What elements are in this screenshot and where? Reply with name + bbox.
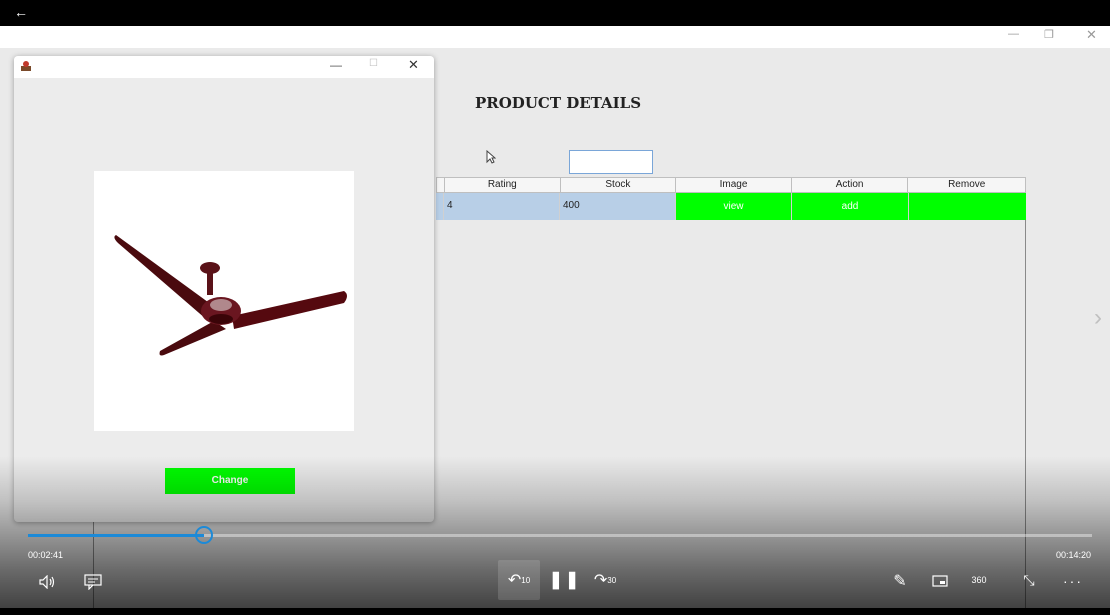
app-minimize-icon[interactable]: — xyxy=(1008,28,1019,40)
remove-button[interactable] xyxy=(909,193,1026,220)
page-title: PRODUCT DETAILS xyxy=(475,94,642,112)
popup-minimize-icon[interactable]: — xyxy=(330,58,342,72)
seek-bar-thumb[interactable] xyxy=(194,526,213,544)
app-icon xyxy=(21,61,31,71)
column-header-rating[interactable]: Rating xyxy=(445,178,561,192)
table-header: Rating Stock Image Action Remove xyxy=(436,177,1026,193)
mouse-cursor-icon xyxy=(486,150,496,164)
total-time: 00:14:20 xyxy=(1056,550,1092,560)
vr-360-button[interactable]: 360 xyxy=(966,568,992,592)
video-frame: — ❐ ✕ PRODUCT DETAILS Rating Stock Image… xyxy=(0,26,1110,608)
app-title-bar: — ❐ ✕ xyxy=(0,26,1110,48)
column-header-action[interactable]: Action xyxy=(792,178,909,192)
add-button[interactable]: add xyxy=(792,193,909,220)
edit-button[interactable]: ✎ xyxy=(888,568,912,594)
rewind-icon: ↶ xyxy=(507,572,522,589)
seek-bar-progress xyxy=(28,534,204,537)
table-border-line xyxy=(93,516,94,608)
row-spacer xyxy=(436,193,444,220)
mini-player-icon xyxy=(932,575,948,587)
exit-fullscreen-icon: ⤡ xyxy=(1023,571,1035,588)
player-top-bar: ← xyxy=(0,0,1110,26)
captions-button[interactable] xyxy=(82,570,104,594)
vr-360-label: 360 xyxy=(971,575,987,585)
popup-title-bar: — ☐ ✕ xyxy=(14,56,434,78)
product-table: Rating Stock Image Action Remove 4 400 v… xyxy=(436,177,1026,220)
skip-back-label: 10 xyxy=(521,575,531,585)
back-button[interactable]: ← xyxy=(14,4,28,20)
pause-icon: ❚❚ xyxy=(548,570,582,589)
pause-button[interactable]: ❚❚ xyxy=(549,564,580,596)
cell-stock[interactable]: 400 xyxy=(560,193,676,220)
table-row[interactable]: 4 400 view add xyxy=(436,193,1026,220)
volume-icon xyxy=(39,575,55,589)
product-image xyxy=(94,171,354,431)
header-spacer xyxy=(437,178,445,192)
change-image-button[interactable]: Change xyxy=(165,468,295,494)
exit-fullscreen-button[interactable]: ⤡ xyxy=(1016,568,1042,592)
app-close-icon[interactable]: ✕ xyxy=(1086,27,1097,43)
more-icon: ··· xyxy=(1063,573,1083,589)
skip-back-button[interactable]: ↶ 10 xyxy=(498,560,540,600)
skip-forward-label: 30 xyxy=(607,575,617,585)
column-header-image[interactable]: Image xyxy=(676,178,792,192)
image-popup-window: — ☐ ✕ Change xyxy=(14,56,434,522)
fast-forward-icon: ↷ xyxy=(593,572,608,589)
volume-button[interactable] xyxy=(38,570,58,594)
mini-player-button[interactable] xyxy=(928,570,952,592)
pen-icon: ✎ xyxy=(893,573,907,590)
seek-bar[interactable] xyxy=(28,526,1092,544)
table-border-line xyxy=(1025,220,1026,608)
player-bottom-bar xyxy=(0,608,1110,615)
popup-close-icon[interactable]: ✕ xyxy=(408,57,419,73)
ceiling-fan-image xyxy=(114,235,347,356)
skip-forward-button[interactable]: ↷ 30 xyxy=(592,564,618,596)
search-input[interactable] xyxy=(569,150,653,174)
elapsed-time: 00:02:41 xyxy=(28,550,64,560)
more-options-button[interactable]: ··· xyxy=(1060,570,1086,592)
popup-maximize-icon[interactable]: ☐ xyxy=(369,58,378,69)
view-image-button[interactable]: view xyxy=(676,193,792,220)
captions-icon xyxy=(84,574,102,590)
app-maximize-icon[interactable]: ❐ xyxy=(1044,28,1054,41)
column-header-stock[interactable]: Stock xyxy=(561,178,677,192)
cell-rating[interactable]: 4 xyxy=(444,193,560,220)
next-chevron-icon[interactable]: › xyxy=(1094,304,1102,332)
column-header-remove[interactable]: Remove xyxy=(908,178,1025,192)
